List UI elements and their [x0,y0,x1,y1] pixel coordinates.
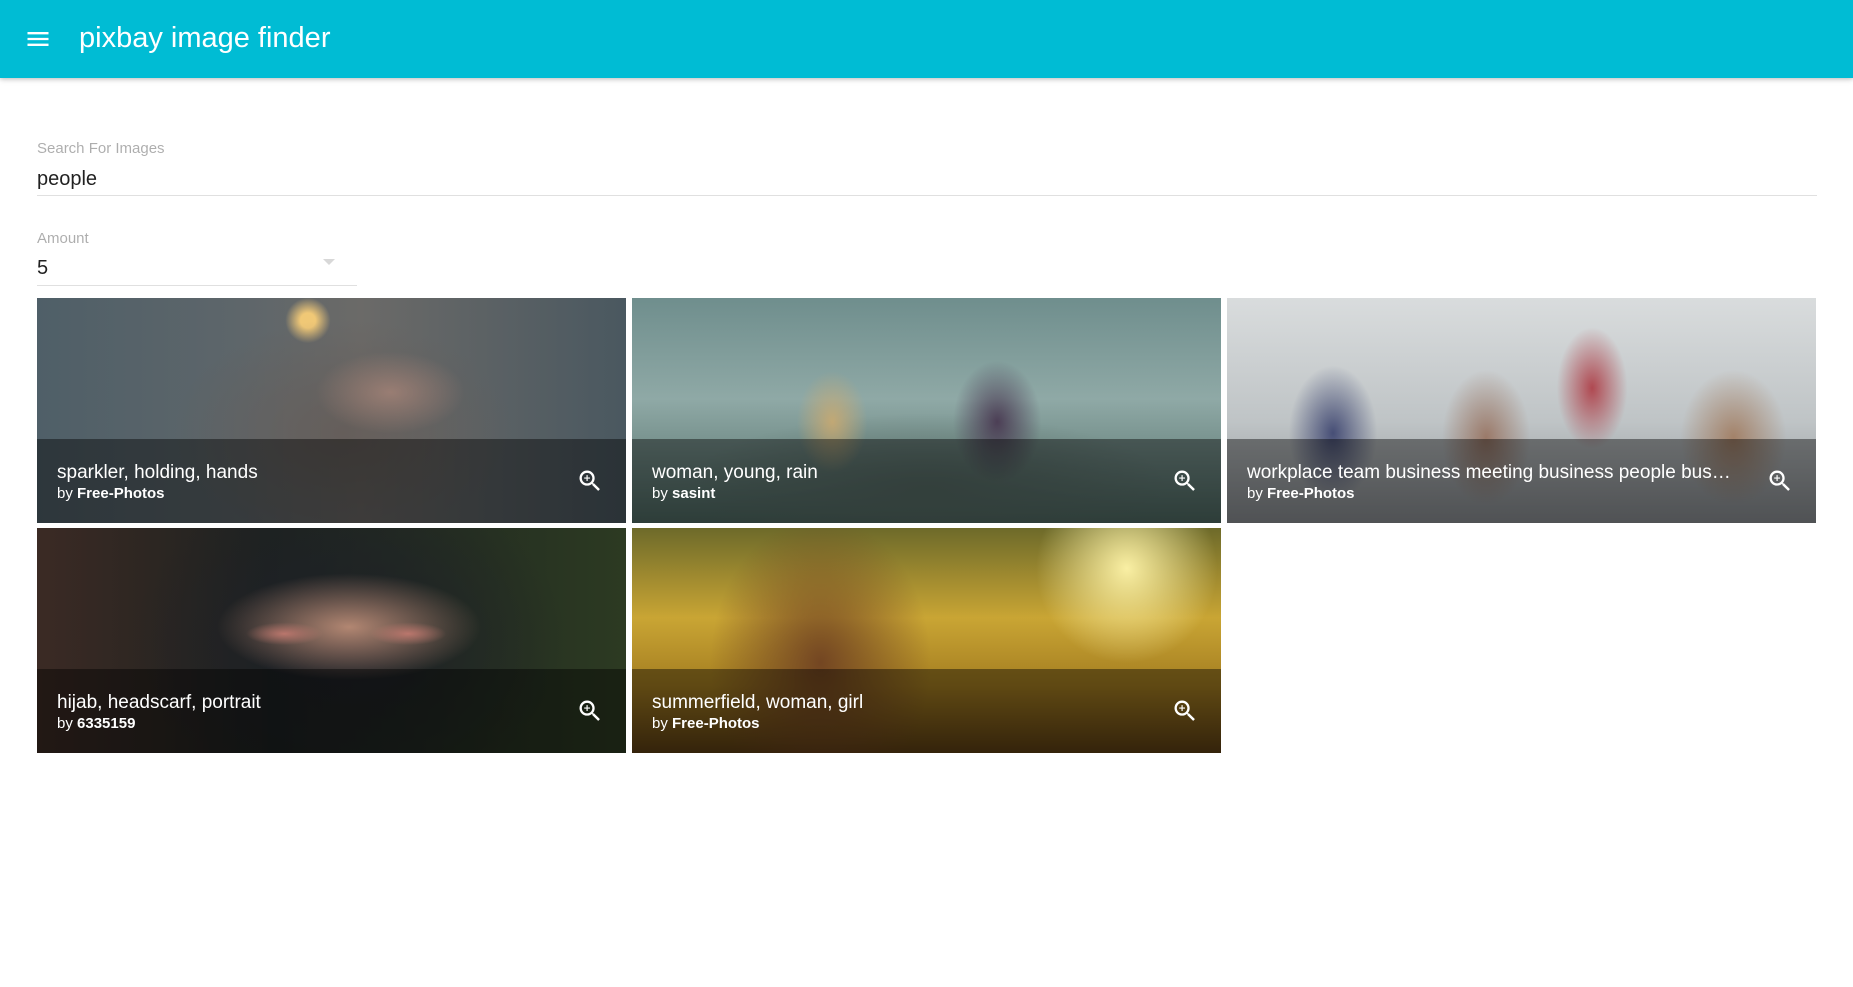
image-author: 6335159 [77,715,136,732]
image-author: Free-Photos [77,485,165,502]
image-author-line: by Free-Photos [57,485,165,503]
zoom-in-icon [1769,470,1790,491]
zoom-in-icon [1174,470,1195,491]
tile-title-bar: woman, young, rain by sasint [632,439,1221,523]
amount-underline [37,285,357,286]
image-title: hijab, headscarf, portrait [57,692,261,713]
by-prefix: by [57,715,73,732]
by-prefix: by [1247,485,1263,502]
image-author-line: by 6335159 [57,715,135,733]
image-author-line: by Free-Photos [652,715,760,733]
zoom-in-button[interactable] [1756,457,1804,505]
amount-select[interactable]: Amount 5 [37,224,357,286]
search-input[interactable] [37,164,1817,194]
by-prefix: by [57,485,73,502]
app-title: pixbay image finder [79,22,331,54]
image-title: woman, young, rain [652,462,818,483]
zoom-in-button[interactable] [566,457,614,505]
image-author: Free-Photos [1267,485,1355,502]
image-title: sparkler, holding, hands [57,462,258,483]
zoom-in-button[interactable] [1161,687,1209,735]
image-author-line: by Free-Photos [1247,485,1355,503]
zoom-in-button[interactable] [566,687,614,735]
tile-title-bar: summerfield, woman, girl by Free-Photos [632,669,1221,753]
app-bar: pixbay image finder [0,0,1853,78]
amount-label: Amount [37,230,89,247]
image-title: workplace team business meeting business… [1247,462,1731,483]
tile-title-bar: sparkler, holding, hands by Free-Photos [37,439,626,523]
dropdown-arrow-icon[interactable] [323,259,335,265]
image-title: summerfield, woman, girl [652,692,864,713]
image-tile[interactable]: summerfield, woman, girl by Free-Photos [632,528,1221,753]
image-author-line: by sasint [652,485,715,503]
search-label: Search For Images [37,140,165,157]
image-tile[interactable]: workplace team business meeting business… [1227,298,1816,523]
zoom-in-button[interactable] [1161,457,1209,505]
tile-title-bar: workplace team business meeting business… [1227,439,1816,523]
tile-title-bar: hijab, headscarf, portrait by 6335159 [37,669,626,753]
image-tile[interactable]: hijab, headscarf, portrait by 6335159 [37,528,626,753]
zoom-in-icon [579,470,600,491]
zoom-in-icon [1174,700,1195,721]
by-prefix: by [652,715,668,732]
amount-value[interactable]: 5 [37,255,48,281]
image-author: Free-Photos [672,715,760,732]
search-field: Search For Images [37,134,1817,196]
image-tile[interactable]: woman, young, rain by sasint [632,298,1221,523]
search-underline [37,195,1817,196]
menu-icon [27,32,49,46]
zoom-in-icon [579,700,600,721]
by-prefix: by [652,485,668,502]
image-tile[interactable]: sparkler, holding, hands by Free-Photos [37,298,626,523]
menu-button[interactable] [14,15,62,63]
image-author: sasint [672,485,716,502]
